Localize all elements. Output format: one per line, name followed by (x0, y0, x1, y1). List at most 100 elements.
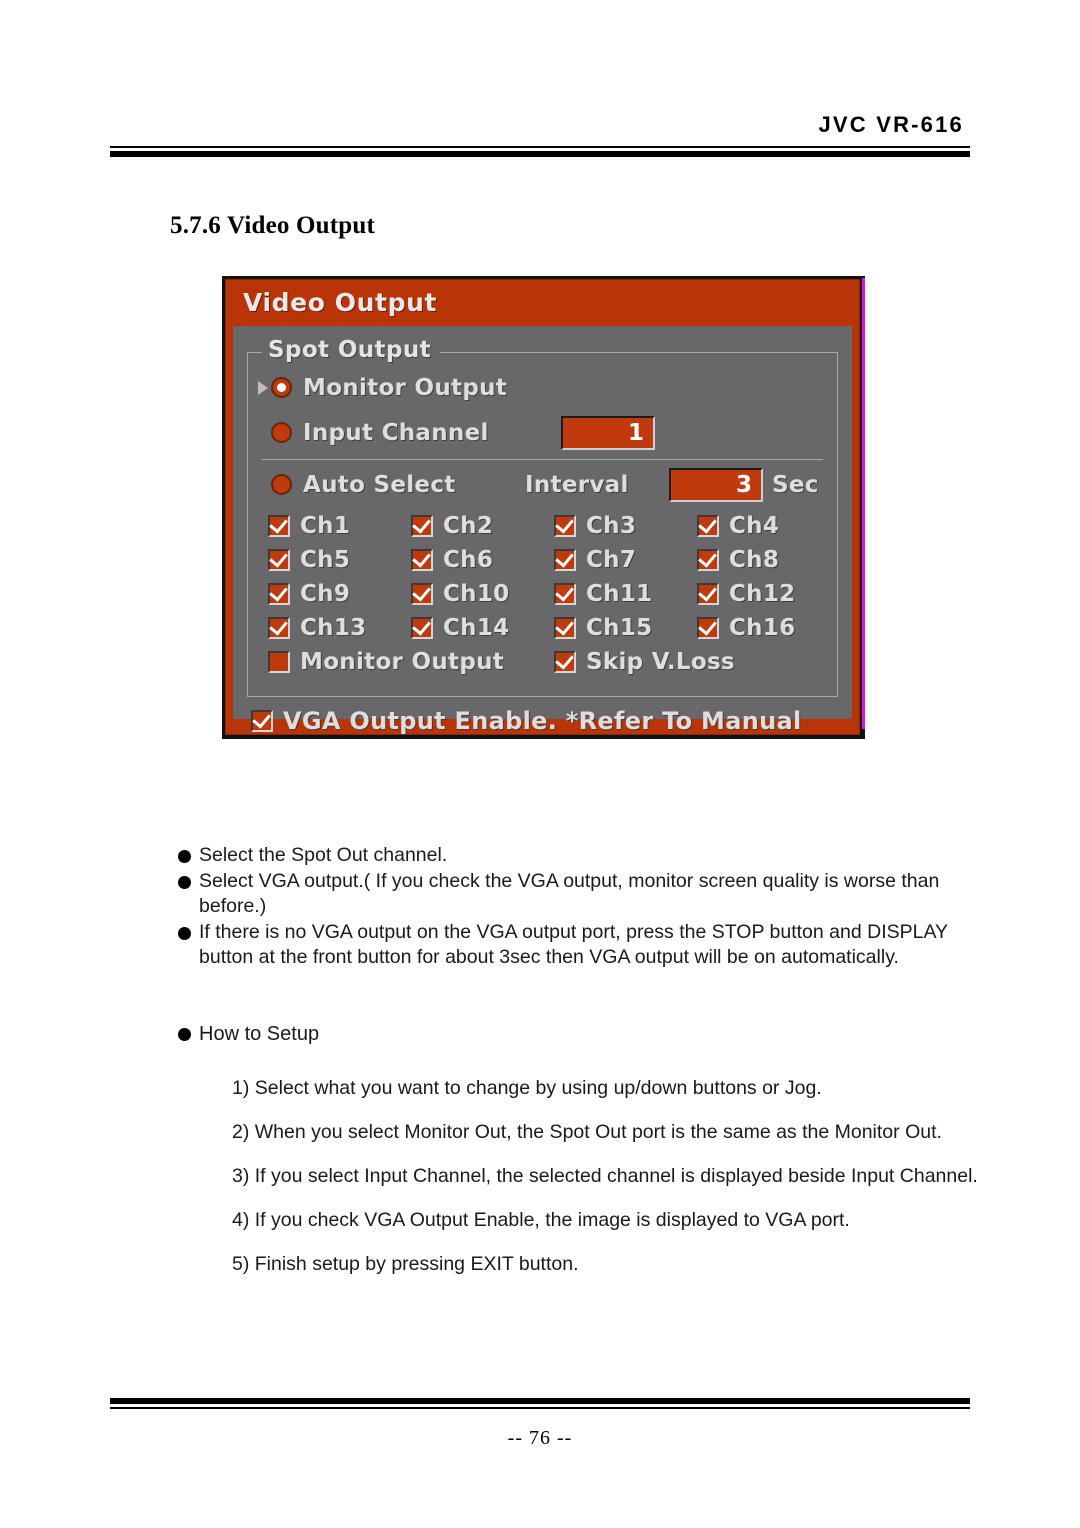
row-vga-output-enable[interactable]: VGA Output Enable. *Refer To Manual (251, 707, 838, 735)
label-ch7: Ch7 (586, 547, 637, 573)
channel-item[interactable]: Ch15 (554, 611, 697, 645)
check-tick-icon (412, 582, 431, 602)
notes-bullet-list: Select the Spot Out channel. Select VGA o… (178, 843, 968, 971)
checkbox-ch5[interactable] (268, 548, 290, 571)
checkbox-monitor-output[interactable] (268, 651, 290, 673)
label-input-channel: Input Channel (303, 419, 489, 446)
label-interval: Interval (525, 471, 629, 498)
check-tick-icon (269, 514, 288, 534)
row-auto-select[interactable]: Auto Select Interval 3 Sec (258, 462, 827, 507)
bottom-option-item[interactable]: Skip V.Loss (554, 645, 827, 679)
channel-item[interactable]: Ch13 (268, 611, 411, 645)
bottom-option-item[interactable]: Monitor Output (268, 645, 554, 679)
checkbox-ch2[interactable] (411, 514, 433, 537)
bullet-item: If there is no VGA output on the VGA out… (178, 920, 968, 970)
channel-item[interactable]: Ch7 (554, 543, 697, 577)
bullet-item: Select VGA output.( If you check the VGA… (178, 869, 968, 919)
check-tick-icon (698, 582, 717, 602)
check-tick-icon (252, 709, 271, 729)
bullet-dot-icon (178, 1028, 191, 1041)
page-title: 5.7.6 Video Output (170, 212, 376, 239)
radio-monitor-output[interactable] (271, 377, 292, 398)
channel-item[interactable]: Ch4 (697, 509, 840, 543)
channel-item[interactable]: Ch11 (554, 577, 697, 611)
label-ch2: Ch2 (443, 513, 494, 539)
checkbox-ch16[interactable] (697, 616, 719, 639)
interval-value[interactable]: 3 (669, 467, 763, 502)
channel-item[interactable]: Ch1 (268, 509, 411, 543)
bullet-dot-icon (178, 876, 191, 889)
row-monitor-output[interactable]: Monitor Output (258, 365, 827, 410)
checkbox-vga-output-enable[interactable] (251, 709, 273, 732)
channel-item[interactable]: Ch12 (697, 577, 840, 611)
label-ch1: Ch1 (300, 513, 351, 539)
group-divider (262, 459, 823, 460)
checkbox-ch10[interactable] (411, 582, 433, 605)
channel-item[interactable]: Ch9 (268, 577, 411, 611)
checkbox-ch4[interactable] (697, 514, 719, 537)
check-tick-icon (555, 582, 574, 602)
check-tick-icon (412, 616, 431, 636)
osd-outer-frame: Video Output Spot Output Monitor Output (222, 276, 865, 739)
checkbox-ch3[interactable] (554, 514, 576, 537)
osd-screenshot-figure: Video Output Spot Output Monitor Output (222, 276, 865, 739)
label-ch8: Ch8 (729, 547, 780, 573)
input-channel-value[interactable]: 1 (561, 415, 655, 450)
checkbox-ch11[interactable] (554, 582, 576, 605)
bullet-item: Select the Spot Out channel. (178, 843, 968, 868)
checkbox-ch6[interactable] (411, 548, 433, 571)
checkbox-ch9[interactable] (268, 582, 290, 605)
bullet-dot-icon (178, 850, 191, 863)
bullet-text: If there is no VGA output on the VGA out… (199, 921, 948, 968)
label-ch9: Ch9 (300, 581, 351, 607)
bottom-options-row: Monitor Output Skip V.Loss (268, 645, 827, 679)
radio-dot-icon (277, 383, 286, 392)
channel-item[interactable]: Ch8 (697, 543, 840, 577)
bullet-text: Select VGA output.( If you check the VGA… (199, 870, 940, 917)
check-tick-icon (412, 548, 431, 568)
page-number: -- 76 -- (507, 1427, 573, 1449)
label-interval-unit: Sec (772, 471, 819, 498)
label-ch11: Ch11 (586, 581, 653, 607)
check-tick-icon (412, 514, 431, 534)
label-ch3: Ch3 (586, 513, 637, 539)
row-input-channel[interactable]: Input Channel 1 (258, 410, 827, 455)
checkbox-ch15[interactable] (554, 616, 576, 639)
label-ch5: Ch5 (300, 547, 351, 573)
bullet-text: Select the Spot Out channel. (199, 844, 448, 866)
checkbox-ch8[interactable] (697, 548, 719, 571)
check-tick-icon (698, 514, 717, 534)
check-tick-icon (555, 650, 574, 670)
channel-item[interactable]: Ch14 (411, 611, 554, 645)
channel-checkbox-grid: Ch1 Ch2 Ch3 Ch4 Ch5 Ch6 Ch7 Ch8 Ch9 Ch10 Ch11 Ch12 C… (268, 509, 827, 645)
checkbox-skip-v-loss[interactable] (554, 650, 576, 673)
checkbox-ch13[interactable] (268, 616, 290, 639)
how-to-setup-heading: How to Setup (178, 1022, 319, 1047)
channel-item[interactable]: Ch2 (411, 509, 554, 543)
step-item: 5) Finish setup by pressing EXIT button. (232, 1253, 579, 1275)
checkbox-ch14[interactable] (411, 616, 433, 639)
osd-window: Video Output Spot Output Monitor Output (225, 279, 860, 735)
page-header: JVC VR-616 (110, 112, 970, 157)
radio-input-channel[interactable] (271, 422, 292, 443)
check-tick-icon (555, 616, 574, 636)
checkbox-ch1[interactable] (268, 514, 290, 537)
radio-auto-select[interactable] (271, 474, 292, 495)
channel-item[interactable]: Ch16 (697, 611, 840, 645)
step-item: 2) When you select Monitor Out, the Spot… (232, 1121, 942, 1143)
checkbox-ch7[interactable] (554, 548, 576, 571)
header-rule-thick (110, 151, 970, 157)
spot-output-legend: Spot Output (262, 337, 440, 363)
channel-item[interactable]: Ch10 (411, 577, 554, 611)
how-to-setup-label: How to Setup (199, 1023, 320, 1045)
channel-item[interactable]: Ch6 (411, 543, 554, 577)
label-ch4: Ch4 (729, 513, 780, 539)
check-tick-icon (698, 616, 717, 636)
channel-item[interactable]: Ch5 (268, 543, 411, 577)
label-vga-output-enable: VGA Output Enable. *Refer To Manual (283, 707, 802, 735)
channel-item[interactable]: Ch3 (554, 509, 697, 543)
label-monitor-output: Monitor Output (303, 374, 508, 401)
label-auto-select: Auto Select (303, 471, 456, 498)
checkbox-ch12[interactable] (697, 582, 719, 605)
label-ch10: Ch10 (443, 581, 510, 607)
